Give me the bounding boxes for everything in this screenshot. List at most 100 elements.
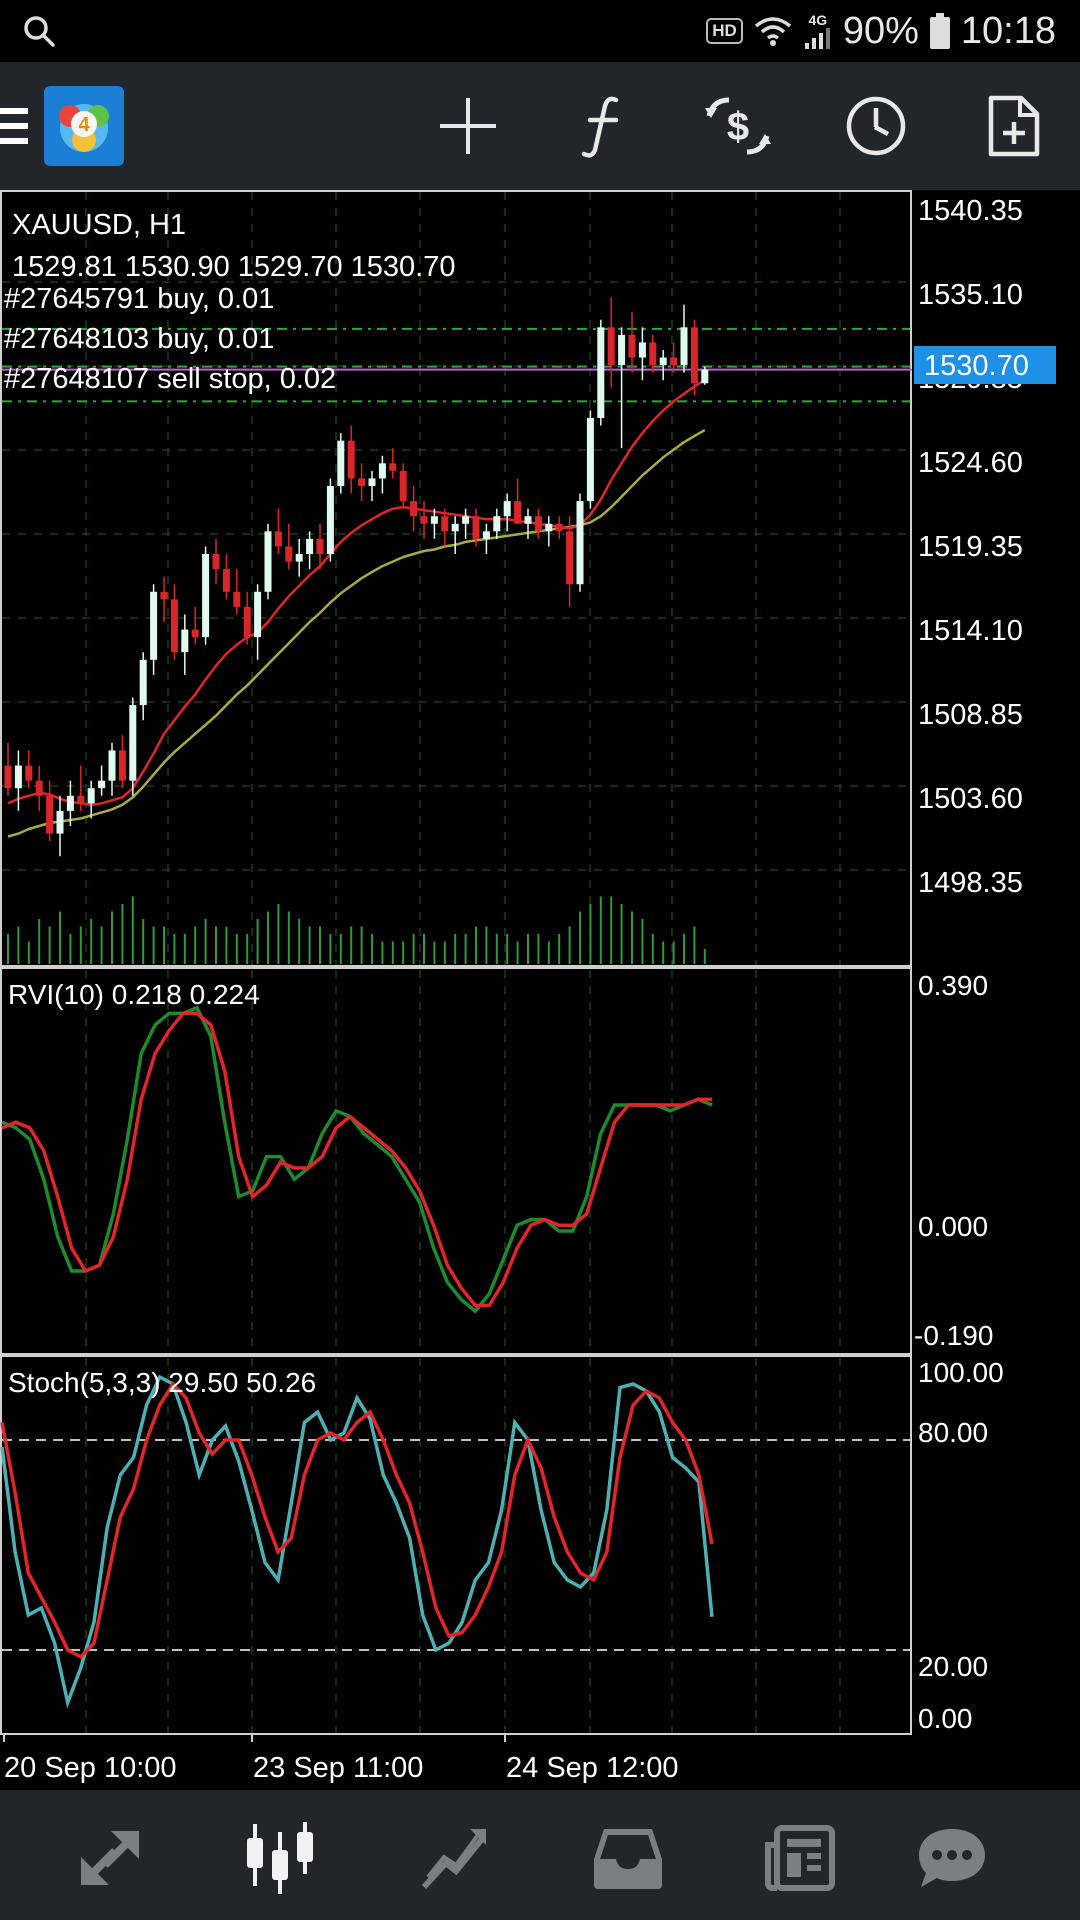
- search-icon[interactable]: [22, 14, 56, 48]
- candle-body: [129, 705, 137, 781]
- candle-body: [410, 501, 418, 517]
- status-bar: HD 4G 90% 10:18: [0, 0, 1080, 62]
- nav-trade[interactable]: [415, 1818, 495, 1898]
- trade-button[interactable]: $: [700, 88, 776, 164]
- rvi-label: RVI(10) 0.218 0.224: [8, 979, 260, 1010]
- candle: [202, 546, 210, 645]
- clock-icon: [846, 96, 906, 156]
- indicator-f-icon: [581, 96, 619, 158]
- candle-body: [701, 369, 709, 384]
- candle-body: [378, 463, 386, 479]
- price-tick: 1508.85: [918, 699, 1023, 731]
- cell-signal-icon: [804, 28, 830, 49]
- candle-body: [222, 569, 230, 592]
- chart-icon: [247, 1822, 313, 1894]
- nav-quotes[interactable]: [70, 1818, 150, 1898]
- candle-body: [607, 327, 615, 366]
- candle: [358, 463, 366, 502]
- candle-body: [254, 591, 262, 638]
- candle-body: [118, 750, 126, 781]
- candle: [566, 516, 574, 607]
- candle: [181, 614, 189, 675]
- ma-fast-line: [7, 379, 706, 807]
- candle: [638, 327, 646, 381]
- time-tick: 24 Sep 12:00: [506, 1752, 679, 1784]
- candle: [264, 523, 272, 600]
- rvi-main-line: [1, 1005, 713, 1314]
- candle-body: [337, 440, 345, 486]
- nav-chart[interactable]: [240, 1818, 320, 1898]
- candle-body: [628, 334, 636, 358]
- candle-body: [243, 606, 251, 638]
- candle: [514, 478, 522, 524]
- candle: [274, 508, 282, 554]
- price-tick: 1498.35: [918, 867, 1023, 899]
- candle-body: [326, 486, 334, 554]
- candle: [233, 569, 241, 615]
- candle: [56, 795, 64, 857]
- app-logo-icon[interactable]: 4: [44, 86, 124, 166]
- order-label[interactable]: #27645791 buy, 0.01: [4, 283, 274, 315]
- candle-body: [274, 531, 282, 547]
- signal-indicator: 4G: [803, 13, 833, 49]
- hd-badge: HD: [706, 18, 743, 44]
- timeframe-button[interactable]: [838, 88, 914, 164]
- candle-body: [98, 780, 106, 789]
- symbol-label: XAUUSD, H1: [12, 209, 186, 241]
- bottom-navigation: [0, 1790, 1080, 1920]
- price-chart[interactable]: XAUUSD, H1 1529.81 1530.90 1529.70 1530.…: [0, 190, 1080, 1790]
- candle: [4, 742, 12, 796]
- nav-news[interactable]: [760, 1818, 840, 1898]
- chat-icon: [919, 1829, 985, 1887]
- candle-body: [638, 342, 646, 358]
- candle: [555, 516, 563, 539]
- new-order-button[interactable]: [975, 88, 1051, 164]
- chart-area[interactable]: XAUUSD, H1 1529.81 1530.90 1529.70 1530.…: [0, 190, 1080, 1790]
- candle: [285, 523, 293, 570]
- svg-text:$: $: [727, 105, 749, 149]
- ohlc-label: 1529.81 1530.90 1529.70 1530.70: [12, 251, 455, 283]
- candle-body: [618, 334, 626, 366]
- rvi-signal-line: [1, 1011, 712, 1308]
- candle: [150, 584, 158, 675]
- new-document-icon: [988, 95, 1040, 157]
- candle-body: [150, 591, 158, 660]
- nav-history[interactable]: [588, 1818, 668, 1898]
- order-label[interactable]: #27648107 sell stop, 0.02: [4, 363, 336, 395]
- current-price: 1530.70: [924, 350, 1029, 382]
- candle-body: [46, 795, 54, 834]
- indicators-button[interactable]: [565, 88, 641, 164]
- candle-body: [503, 501, 511, 517]
- chart-toolbar: 4 $: [0, 62, 1080, 190]
- candle: [576, 493, 584, 592]
- candle: [368, 470, 376, 502]
- candle-body: [566, 531, 574, 585]
- candle-body: [690, 327, 698, 384]
- nav-chat[interactable]: [912, 1818, 992, 1898]
- candle-body: [482, 531, 490, 539]
- crosshair-button[interactable]: [430, 88, 506, 164]
- candle: [399, 463, 407, 509]
- candle: [597, 319, 605, 426]
- order-label[interactable]: #27648103 buy, 0.01: [4, 323, 274, 355]
- candle-body: [597, 327, 605, 418]
- rvi-pane-frame: [0, 967, 912, 1355]
- menu-icon[interactable]: [0, 106, 28, 146]
- candle-body: [191, 629, 199, 638]
- history-icon: [594, 1829, 662, 1889]
- candle-body: [389, 463, 397, 471]
- candle: [98, 765, 106, 796]
- candle: [628, 312, 636, 373]
- stoch-tick: 0.00: [918, 1703, 973, 1734]
- candle-body: [160, 591, 168, 600]
- candle-body: [534, 516, 542, 532]
- candle-body: [233, 591, 241, 607]
- candle: [35, 765, 43, 811]
- candle-body: [670, 357, 678, 366]
- candle-body: [555, 523, 563, 532]
- price-tick: 1519.35: [918, 531, 1023, 563]
- candle-body: [212, 554, 220, 570]
- candle: [670, 342, 678, 373]
- stoch-main-line: [0, 1374, 714, 1709]
- time-tick: 20 Sep 10:00: [4, 1752, 177, 1784]
